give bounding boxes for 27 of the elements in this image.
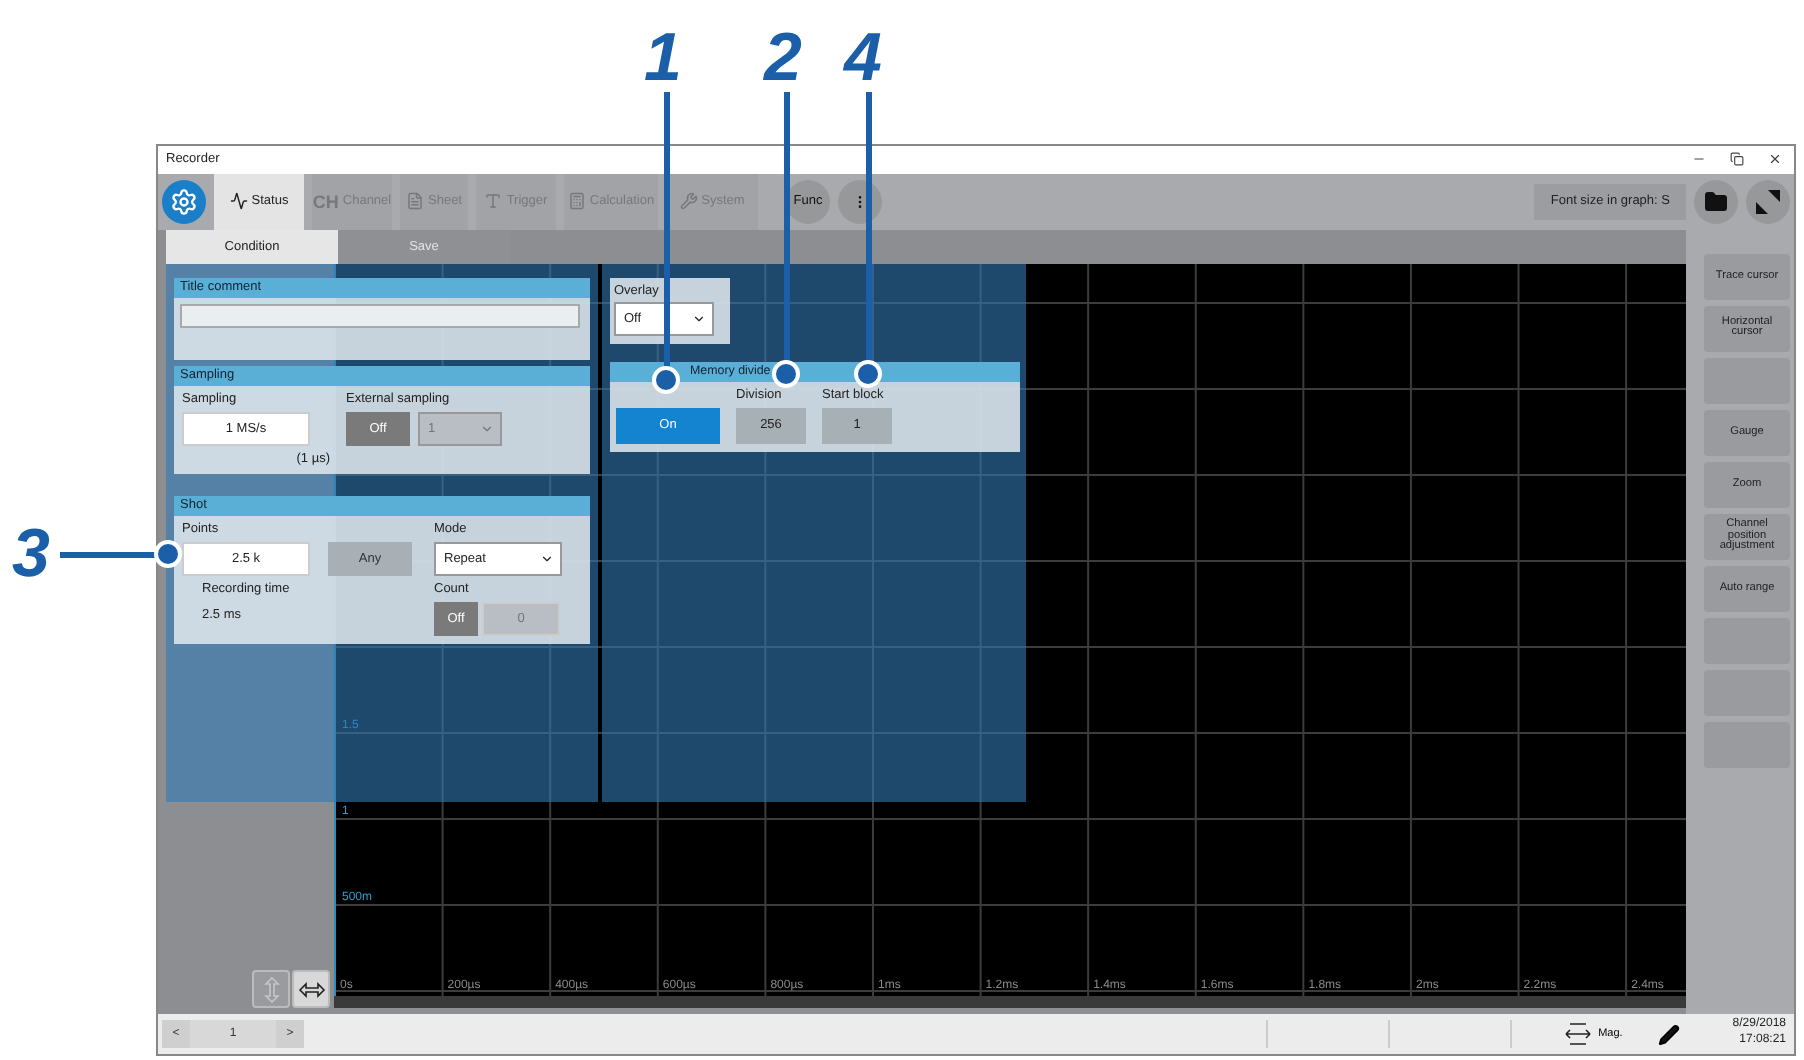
- callout-number: 4: [844, 24, 882, 92]
- expand-icon: [1756, 189, 1780, 214]
- folder-icon: [1704, 189, 1728, 214]
- chevron-down-icon: [692, 311, 706, 326]
- close-icon[interactable]: [1768, 152, 1782, 167]
- settings-button[interactable]: [162, 179, 206, 224]
- callout-number: 1: [644, 24, 682, 92]
- tab-icon: [679, 192, 698, 211]
- tab-icon: [406, 192, 424, 211]
- pen-icon[interactable]: [1658, 1023, 1681, 1046]
- restore-icon[interactable]: [1730, 152, 1744, 167]
- scroll-bar[interactable]: [334, 996, 1686, 1009]
- folder-button[interactable]: [1694, 179, 1738, 224]
- chevron-down-icon: [480, 421, 494, 436]
- horizontal-arrow-button[interactable]: [292, 970, 330, 1009]
- fullscreen-button[interactable]: [1746, 179, 1790, 224]
- xy-arrows-icon[interactable]: [1562, 1020, 1595, 1049]
- up-down-arrow-icon: [263, 975, 279, 1004]
- chevron-down-icon: [540, 551, 554, 566]
- callout-number: 2: [764, 24, 802, 92]
- tab-icon: [567, 192, 586, 211]
- callout-number: 3: [12, 520, 50, 588]
- settings-icon: [170, 187, 198, 216]
- tab-icon: [484, 192, 503, 211]
- title-comment-field[interactable]: [180, 303, 580, 328]
- left-right-arrow-icon: [297, 981, 325, 998]
- tab-icon: [229, 192, 248, 211]
